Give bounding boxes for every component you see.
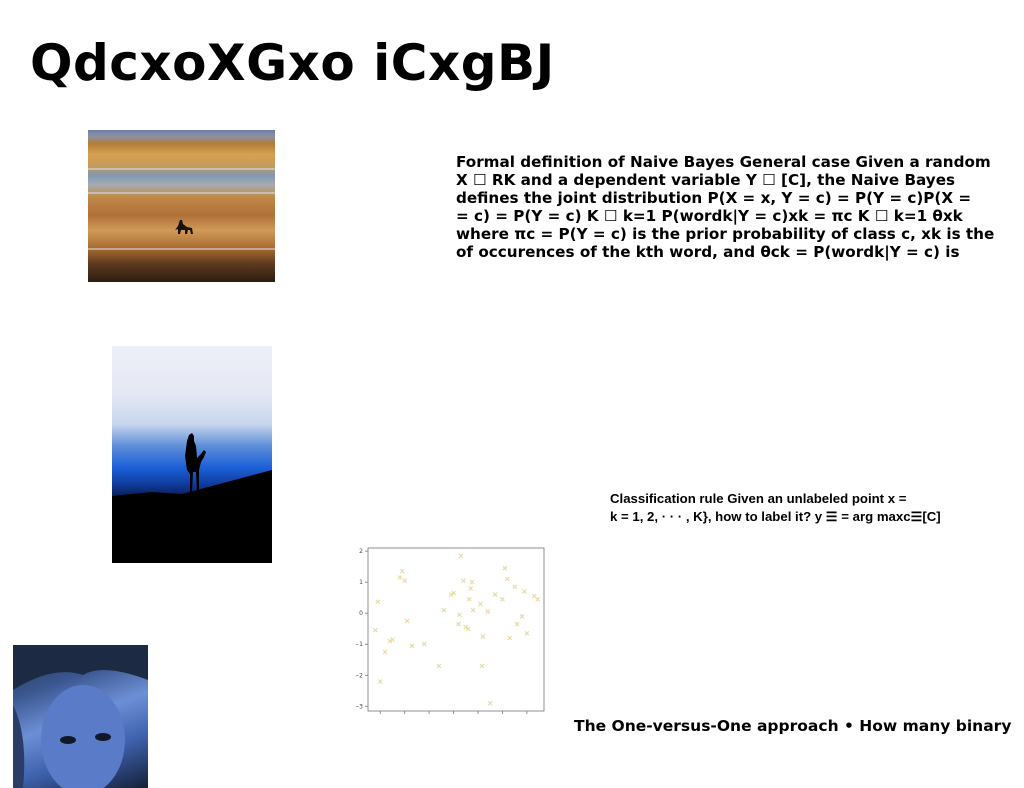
definition-line: of occurences of the kth word, and θck =… — [456, 243, 960, 261]
y-tick-label: −2 — [356, 672, 363, 679]
definition-line: Formal definition of Naive Bayes General… — [456, 153, 991, 171]
naive-bayes-definition: Formal definition of Naive Bayes General… — [456, 153, 994, 261]
desert-rider-photo — [88, 130, 275, 282]
rider-silhouette-icon — [175, 220, 193, 234]
y-tick-label: −1 — [356, 641, 363, 648]
definition-line: defines the joint distribution P(X = x, … — [456, 189, 972, 207]
y-tick-label: 2 — [359, 548, 363, 555]
definition-line: where πc = P(Y = c) is the prior probabi… — [456, 225, 995, 243]
one-vs-one-heading: The One-versus-One approach • How many b… — [574, 717, 1012, 735]
face-icon — [13, 645, 148, 788]
plot-frame — [367, 547, 545, 712]
definition-line: X ☐ RK and a dependent variable Y ☐ [C],… — [456, 171, 956, 189]
camel-rider-icon — [112, 433, 272, 563]
face-portrait-photo — [13, 645, 148, 788]
y-tick-label: 0 — [359, 610, 363, 617]
rule-line: k = 1, 2, · · · , K}, how to label it? y… — [610, 509, 941, 524]
y-tick-label: 1 — [359, 579, 363, 586]
classification-rule: Classification rule Given an unlabeled p… — [610, 490, 941, 526]
scatter-plot: −1.5−1.0−0.50.00.51.01.5210−1−2−3 — [356, 547, 545, 714]
page-title: QdcxoXGxo iCxgBJ — [30, 34, 555, 92]
definition-line: = c) = P(Y = c) K ☐ k=1 P(wordk|Y = c)xk… — [456, 207, 963, 225]
y-tick-label: −3 — [356, 703, 363, 710]
camel-silhouette-photo — [112, 346, 272, 563]
rule-line: Classification rule Given an unlabeled p… — [610, 491, 907, 506]
